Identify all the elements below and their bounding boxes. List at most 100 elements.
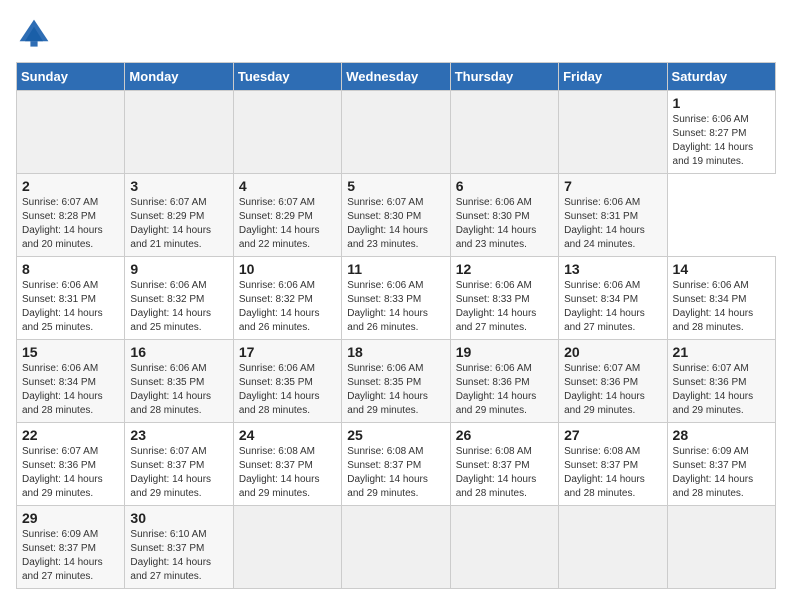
day-number: 28	[673, 427, 770, 443]
day-number: 27	[564, 427, 661, 443]
day-info: Sunrise: 6:07 AM Sunset: 8:28 PM Dayligh…	[22, 196, 119, 252]
calendar-cell: 28 Sunrise: 6:09 AM Sunset: 8:37 PM Dayli…	[667, 423, 775, 506]
day-info: Sunrise: 6:07 AM Sunset: 8:36 PM Dayligh…	[22, 445, 119, 501]
day-number: 19	[456, 344, 553, 360]
col-header-thursday: Thursday	[450, 63, 558, 91]
calendar-cell	[233, 91, 341, 174]
day-info: Sunrise: 6:10 AM Sunset: 8:37 PM Dayligh…	[130, 528, 227, 584]
day-number: 10	[239, 261, 336, 277]
calendar-cell: 21 Sunrise: 6:07 AM Sunset: 8:36 PM Dayli…	[667, 340, 775, 423]
day-info: Sunrise: 6:06 AM Sunset: 8:32 PM Dayligh…	[130, 279, 227, 335]
calendar-cell: 20Sunrise: 6:07 AM Sunset: 8:36 PM Dayli…	[559, 340, 667, 423]
day-info: Sunrise: 6:06 AM Sunset: 8:36 PM Dayligh…	[456, 362, 553, 418]
calendar-cell: 4 Sunrise: 6:07 AM Sunset: 8:29 PM Daylig…	[233, 174, 341, 257]
day-info: Sunrise: 6:06 AM Sunset: 8:35 PM Dayligh…	[239, 362, 336, 418]
calendar-cell	[342, 91, 450, 174]
calendar-cell: 16 Sunrise: 6:06 AM Sunset: 8:35 PM Dayli…	[125, 340, 233, 423]
day-info: Sunrise: 6:06 AM Sunset: 8:27 PM Dayligh…	[673, 113, 770, 169]
calendar-cell	[450, 506, 558, 589]
day-info: Sunrise: 6:06 AM Sunset: 8:34 PM Dayligh…	[673, 279, 770, 335]
day-number: 25	[347, 427, 444, 443]
calendar-cell	[17, 91, 125, 174]
calendar-cell	[559, 91, 667, 174]
calendar-table: SundayMondayTuesdayWednesdayThursdayFrid…	[16, 62, 776, 589]
calendar-cell: 25 Sunrise: 6:08 AM Sunset: 8:37 PM Dayli…	[342, 423, 450, 506]
day-info: Sunrise: 6:07 AM Sunset: 8:29 PM Dayligh…	[239, 196, 336, 252]
calendar-cell	[667, 506, 775, 589]
day-number: 15	[22, 344, 119, 360]
col-header-monday: Monday	[125, 63, 233, 91]
calendar-week-row: 22 Sunrise: 6:07 AM Sunset: 8:36 PM Dayli…	[17, 423, 776, 506]
day-info: Sunrise: 6:07 AM Sunset: 8:36 PM Dayligh…	[673, 362, 770, 418]
day-info: Sunrise: 6:06 AM Sunset: 8:34 PM Dayligh…	[22, 362, 119, 418]
day-info: Sunrise: 6:09 AM Sunset: 8:37 PM Dayligh…	[673, 445, 770, 501]
day-info: Sunrise: 6:07 AM Sunset: 8:29 PM Dayligh…	[130, 196, 227, 252]
day-info: Sunrise: 6:06 AM Sunset: 8:35 PM Dayligh…	[130, 362, 227, 418]
day-number: 9	[130, 261, 227, 277]
calendar-cell	[342, 506, 450, 589]
logo	[16, 16, 56, 52]
day-number: 16	[130, 344, 227, 360]
calendar-cell: 2 Sunrise: 6:07 AM Sunset: 8:28 PM Daylig…	[17, 174, 125, 257]
day-info: Sunrise: 6:08 AM Sunset: 8:37 PM Dayligh…	[564, 445, 661, 501]
calendar-cell	[233, 506, 341, 589]
day-number: 7	[564, 178, 661, 194]
day-info: Sunrise: 6:09 AM Sunset: 8:37 PM Dayligh…	[22, 528, 119, 584]
page-header	[16, 16, 776, 52]
day-number: 22	[22, 427, 119, 443]
day-info: Sunrise: 6:06 AM Sunset: 8:32 PM Dayligh…	[239, 279, 336, 335]
day-info: Sunrise: 6:08 AM Sunset: 8:37 PM Dayligh…	[456, 445, 553, 501]
col-header-sunday: Sunday	[17, 63, 125, 91]
calendar-week-row: 8 Sunrise: 6:06 AM Sunset: 8:31 PM Daylig…	[17, 257, 776, 340]
day-info: Sunrise: 6:06 AM Sunset: 8:30 PM Dayligh…	[456, 196, 553, 252]
calendar-cell	[450, 91, 558, 174]
calendar-cell: 13Sunrise: 6:06 AM Sunset: 8:34 PM Dayli…	[559, 257, 667, 340]
calendar-cell: 5Sunrise: 6:07 AM Sunset: 8:30 PM Daylig…	[342, 174, 450, 257]
calendar-cell: 17 Sunrise: 6:06 AM Sunset: 8:35 PM Dayli…	[233, 340, 341, 423]
day-number: 26	[456, 427, 553, 443]
day-number: 24	[239, 427, 336, 443]
day-info: Sunrise: 6:08 AM Sunset: 8:37 PM Dayligh…	[347, 445, 444, 501]
calendar-cell	[559, 506, 667, 589]
day-number: 1	[673, 95, 770, 111]
calendar-cell: 10 Sunrise: 6:06 AM Sunset: 8:32 PM Dayli…	[233, 257, 341, 340]
day-number: 17	[239, 344, 336, 360]
calendar-cell: 22 Sunrise: 6:07 AM Sunset: 8:36 PM Dayli…	[17, 423, 125, 506]
day-number: 8	[22, 261, 119, 277]
calendar-cell: 1 Sunrise: 6:06 AM Sunset: 8:27 PM Daylig…	[667, 91, 775, 174]
calendar-week-row: 15 Sunrise: 6:06 AM Sunset: 8:34 PM Dayli…	[17, 340, 776, 423]
col-header-friday: Friday	[559, 63, 667, 91]
calendar-cell: 30 Sunrise: 6:10 AM Sunset: 8:37 PM Dayli…	[125, 506, 233, 589]
calendar-cell: 23Sunrise: 6:07 AM Sunset: 8:37 PM Dayli…	[125, 423, 233, 506]
calendar-week-row: 29Sunrise: 6:09 AM Sunset: 8:37 PM Dayli…	[17, 506, 776, 589]
calendar-cell: 12 Sunrise: 6:06 AM Sunset: 8:33 PM Dayli…	[450, 257, 558, 340]
day-info: Sunrise: 6:06 AM Sunset: 8:31 PM Dayligh…	[22, 279, 119, 335]
day-info: Sunrise: 6:06 AM Sunset: 8:33 PM Dayligh…	[347, 279, 444, 335]
calendar-cell: 24 Sunrise: 6:08 AM Sunset: 8:37 PM Dayli…	[233, 423, 341, 506]
day-number: 5	[347, 178, 444, 194]
calendar-cell: 14Sunrise: 6:06 AM Sunset: 8:34 PM Dayli…	[667, 257, 775, 340]
col-header-tuesday: Tuesday	[233, 63, 341, 91]
day-number: 18	[347, 344, 444, 360]
day-number: 2	[22, 178, 119, 194]
calendar-cell: 18Sunrise: 6:06 AM Sunset: 8:35 PM Dayli…	[342, 340, 450, 423]
day-number: 4	[239, 178, 336, 194]
day-info: Sunrise: 6:08 AM Sunset: 8:37 PM Dayligh…	[239, 445, 336, 501]
day-number: 12	[456, 261, 553, 277]
calendar-cell: 15 Sunrise: 6:06 AM Sunset: 8:34 PM Dayli…	[17, 340, 125, 423]
calendar-cell: 7 Sunrise: 6:06 AM Sunset: 8:31 PM Daylig…	[559, 174, 667, 257]
day-number: 30	[130, 510, 227, 526]
day-info: Sunrise: 6:06 AM Sunset: 8:33 PM Dayligh…	[456, 279, 553, 335]
day-number: 13	[564, 261, 661, 277]
day-number: 21	[673, 344, 770, 360]
calendar-cell: 26 Sunrise: 6:08 AM Sunset: 8:37 PM Dayli…	[450, 423, 558, 506]
day-info: Sunrise: 6:07 AM Sunset: 8:36 PM Dayligh…	[564, 362, 661, 418]
day-number: 3	[130, 178, 227, 194]
calendar-cell: 9 Sunrise: 6:06 AM Sunset: 8:32 PM Daylig…	[125, 257, 233, 340]
calendar-cell: 3 Sunrise: 6:07 AM Sunset: 8:29 PM Daylig…	[125, 174, 233, 257]
day-number: 11	[347, 261, 444, 277]
day-info: Sunrise: 6:06 AM Sunset: 8:31 PM Dayligh…	[564, 196, 661, 252]
logo-icon	[16, 16, 52, 52]
calendar-header-row: SundayMondayTuesdayWednesdayThursdayFrid…	[17, 63, 776, 91]
calendar-cell: 27 Sunrise: 6:08 AM Sunset: 8:37 PM Dayli…	[559, 423, 667, 506]
